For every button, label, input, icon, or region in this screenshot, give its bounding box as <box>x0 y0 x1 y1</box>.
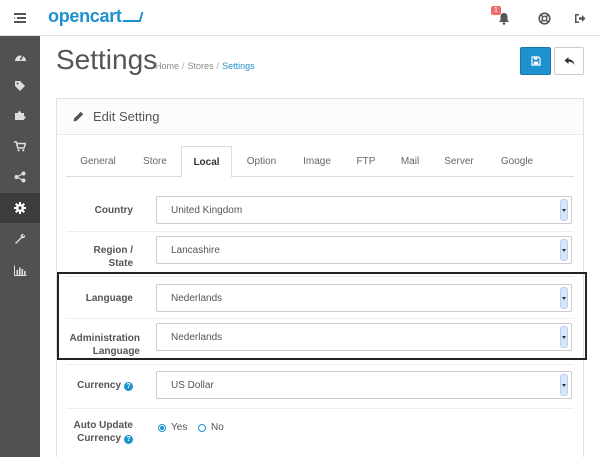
sign-out-icon <box>575 13 586 23</box>
logo-text: opencart <box>48 6 122 26</box>
dashboard-icon <box>14 54 26 61</box>
logo-cart-mark <box>122 12 143 22</box>
sidebar-item-extensions[interactable] <box>0 100 40 130</box>
auto-update-label-line2-text: Currency <box>77 433 121 444</box>
sidebar-item-reports[interactable] <box>0 255 40 285</box>
region-label-line1: Region / <box>93 245 133 256</box>
region-select[interactable]: Lancashire <box>156 236 572 264</box>
tags-icon <box>15 81 25 91</box>
logout-button[interactable] <box>570 8 590 28</box>
sidebar <box>0 36 40 457</box>
save-button[interactable] <box>520 47 551 75</box>
help-button[interactable] <box>534 8 554 28</box>
top-header: opencart 1 <box>0 0 600 36</box>
sidebar-item-marketing[interactable] <box>0 162 40 192</box>
help-icon[interactable]: ? <box>124 382 133 391</box>
breadcrumb-home[interactable]: Home <box>155 61 179 71</box>
row-divider <box>66 408 574 409</box>
region-label-line2: State <box>108 258 133 269</box>
breadcrumb-separator: / <box>216 61 220 71</box>
region-value: Lancashire <box>171 245 220 256</box>
sidebar-item-catalog[interactable] <box>0 71 40 101</box>
tab-option[interactable]: Option <box>238 146 285 177</box>
auto-update-no-radio[interactable]: No <box>198 422 224 433</box>
row-divider <box>66 231 574 232</box>
puzzle-icon <box>15 111 26 120</box>
page-title: Settings <box>56 44 158 75</box>
country-select[interactable]: United Kingdom <box>156 196 572 224</box>
wrench-icon <box>15 233 26 244</box>
settings-tabs: General Store Local Option Image FTP Mai… <box>66 146 574 178</box>
breadcrumb: Home / Stores / Settings <box>155 61 255 71</box>
pencil-icon <box>73 111 84 122</box>
auto-update-yes-radio[interactable]: Yes <box>158 422 187 433</box>
breadcrumb-stores[interactable]: Stores <box>188 61 214 71</box>
bar-chart-icon <box>13 265 26 276</box>
sidebar-item-system[interactable] <box>0 193 40 223</box>
highlight-box <box>57 272 587 360</box>
currency-label-text: Currency <box>77 380 121 391</box>
notification-badge: 1 <box>491 6 501 15</box>
tab-general[interactable]: General <box>66 146 130 177</box>
back-button[interactable] <box>554 47 584 75</box>
sidebar-item-tools[interactable] <box>0 224 40 254</box>
radio-checked-icon <box>158 423 166 432</box>
row-divider <box>66 364 574 365</box>
tab-image[interactable]: Image <box>293 146 341 177</box>
sidebar-item-dashboard[interactable] <box>0 41 40 71</box>
auto-update-yes-label: Yes <box>171 422 188 433</box>
cart-icon <box>14 140 26 151</box>
save-icon <box>530 56 541 66</box>
country-label: Country <box>94 205 133 216</box>
life-ring-icon <box>537 11 551 25</box>
reply-icon <box>564 57 574 65</box>
tab-google[interactable]: Google <box>492 146 542 177</box>
currency-label: Currency? <box>45 379 133 392</box>
help-icon[interactable]: ? <box>124 435 133 444</box>
chevron-down-icon <box>560 374 568 396</box>
share-icon <box>14 171 26 183</box>
region-label: Region / State <box>45 244 133 270</box>
country-value: United Kingdom <box>171 205 243 216</box>
sidebar-item-sales[interactable] <box>0 131 40 161</box>
breadcrumb-settings[interactable]: Settings <box>222 61 255 71</box>
currency-value: US Dollar <box>171 380 214 391</box>
breadcrumb-separator: / <box>182 61 185 71</box>
tab-server[interactable]: Server <box>436 146 482 177</box>
tab-store[interactable]: Store <box>134 146 176 177</box>
panel-title: Edit Setting <box>93 109 160 124</box>
radio-unchecked-icon <box>198 423 206 432</box>
tab-local[interactable]: Local <box>181 146 232 178</box>
chevron-down-icon <box>560 239 568 261</box>
auto-update-currency-label: Auto Update Currency? <box>45 419 133 445</box>
auto-update-label-line1: Auto Update <box>73 420 133 431</box>
tab-mail[interactable]: Mail <box>391 146 429 177</box>
auto-update-label-line2: Currency? <box>45 432 133 445</box>
cog-icon <box>14 202 26 214</box>
menu-toggle-button[interactable] <box>0 0 40 36</box>
chevron-down-icon <box>560 199 568 221</box>
menu-icon <box>14 13 26 23</box>
panel-heading: Edit Setting <box>57 99 583 135</box>
auto-update-no-label: No <box>211 422 224 433</box>
currency-select[interactable]: US Dollar <box>156 371 572 399</box>
opencart-logo[interactable]: opencart <box>48 6 143 27</box>
tab-ftp[interactable]: FTP <box>348 146 384 177</box>
